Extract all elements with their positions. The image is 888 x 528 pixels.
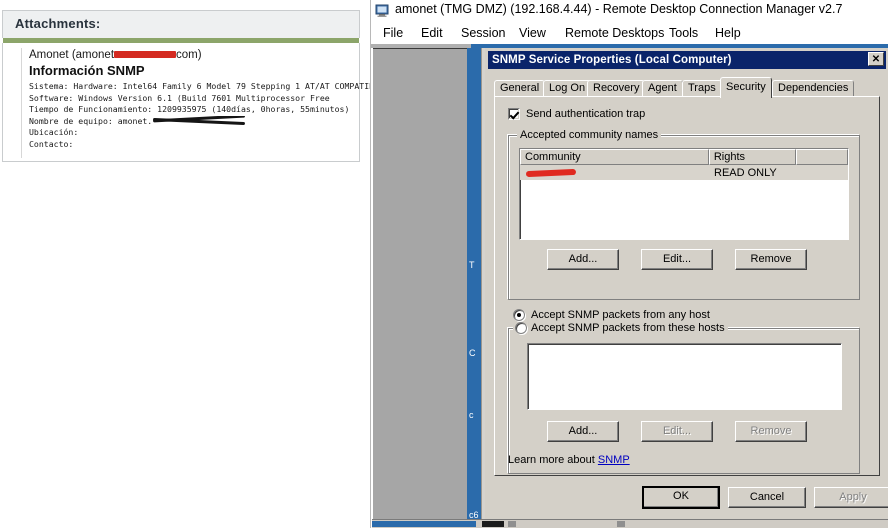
tab-recovery[interactable]: Recovery	[587, 80, 646, 97]
rdcman-title-text: amonet (TMG DMZ) (192.168.4.44) - Remote…	[395, 2, 843, 16]
taskbar-item-2[interactable]	[508, 521, 516, 527]
tab-agent[interactable]: Agent	[642, 80, 683, 97]
redaction-scribble-hostname	[153, 116, 245, 125]
sender-prefix: Amonet (amonet	[29, 49, 115, 61]
allowed-hosts-listbox[interactable]	[527, 343, 842, 410]
menu-file[interactable]: File	[379, 25, 407, 41]
cell-community	[520, 167, 710, 179]
snmp-line-sistema: Sistema: Hardware: Intel64 Family 6 Mode…	[29, 81, 394, 91]
rdcman-menubar: File Edit Session View Remote Desktops T…	[371, 22, 888, 44]
apply-button: Apply	[814, 487, 888, 508]
snmp-dialog-title: SNMP Service Properties (Local Computer)	[492, 54, 732, 66]
ok-button[interactable]: OK	[642, 486, 720, 509]
start-button[interactable]	[372, 521, 476, 527]
rdcman-window: amonet (TMG DMZ) (192.168.4.44) - Remote…	[370, 0, 888, 528]
hosts-add-button[interactable]: Add...	[547, 421, 619, 442]
column-header-rights[interactable]: Rights	[708, 149, 797, 165]
tab-dependencies[interactable]: Dependencies	[772, 80, 855, 97]
hostname-label: Nombre de equipo: amonet.	[29, 115, 153, 126]
menu-help[interactable]: Help	[711, 25, 745, 41]
community-edit-button[interactable]: Edit...	[641, 249, 713, 270]
rdcman-titlebar: amonet (TMG DMZ) (192.168.4.44) - Remote…	[371, 0, 888, 22]
menu-session[interactable]: Session	[457, 25, 509, 41]
community-listview[interactable]: Community Rights READ ONLY	[519, 148, 849, 240]
snmp-info-heading: Información SNMP	[29, 63, 145, 78]
menu-view[interactable]: View	[515, 25, 550, 41]
accept-any-host-row[interactable]: Accept SNMP packets from any host	[513, 309, 710, 321]
tab-general[interactable]: General	[494, 80, 546, 97]
accept-any-host-radio[interactable]	[513, 309, 525, 321]
tab-log-on[interactable]: Log On	[543, 80, 592, 97]
snmp-line-uptime: Tiempo de Funcionamiento: 1209935975 (14…	[29, 104, 350, 115]
menu-remote-desktops[interactable]: Remote Desktops	[561, 25, 668, 41]
snmp-service-properties-dialog: SNMP Service Properties (Local Computer)…	[485, 48, 888, 520]
snmp-security-tab-page: Send authentication trap Accepted commun…	[494, 96, 880, 476]
server-strip-label-2[interactable]: C	[469, 348, 476, 358]
menu-edit[interactable]: Edit	[417, 25, 447, 41]
accept-any-host-label: Accept SNMP packets from any host	[531, 309, 710, 321]
accepted-community-names-group: Accepted community names Community Right…	[508, 129, 860, 300]
attachment-body: Amonet (amonet com) Información SNMP Sist…	[2, 43, 394, 162]
table-row[interactable]: READ ONLY	[520, 165, 848, 180]
attachments-header: Attachments:	[2, 10, 360, 38]
snmp-tab-strip: General Log On Recovery Agent Traps Secu…	[494, 77, 880, 98]
rdcman-app-icon	[375, 4, 389, 17]
attachments-panel: Attachments: Amonet (amonet com) Informac…	[0, 0, 394, 528]
taskbar-item-1[interactable]	[482, 521, 504, 527]
tab-traps[interactable]: Traps	[682, 80, 722, 97]
send-authentication-trap-label: Send authentication trap	[526, 108, 646, 120]
snmp-report-text: Amonet (amonet com) Información SNMP Sist…	[21, 48, 394, 158]
learn-more-text: Learn more about	[508, 454, 598, 466]
snmp-help-link[interactable]: SNMP	[598, 454, 630, 466]
cancel-button[interactable]: Cancel	[728, 487, 806, 508]
snmp-line-contact: Contacto:	[29, 138, 74, 149]
hosts-edit-button: Edit...	[641, 421, 713, 442]
snmp-line-location: Ubicación:	[29, 127, 79, 138]
accept-these-hosts-label: Accept SNMP packets from these hosts	[513, 322, 728, 334]
accept-these-hosts-radio[interactable]	[515, 322, 527, 334]
tab-security[interactable]: Security	[720, 77, 772, 98]
accepted-community-names-label: Accepted community names	[517, 129, 662, 141]
redaction-bar-community	[525, 168, 577, 177]
taskbar-item-3[interactable]	[617, 521, 625, 527]
snmp-dialog-footer: OK Cancel Apply	[487, 476, 888, 518]
snmp-dialog-titlebar[interactable]: SNMP Service Properties (Local Computer)…	[488, 51, 886, 69]
hosts-remove-button: Remove	[735, 421, 807, 442]
community-remove-button[interactable]: Remove	[735, 249, 807, 270]
community-add-button[interactable]: Add...	[547, 249, 619, 270]
column-header-spacer[interactable]	[796, 149, 848, 165]
learn-more-row: Learn more about SNMP	[508, 454, 630, 466]
column-header-community[interactable]: Community	[520, 149, 709, 165]
redaction-bar-email	[114, 50, 177, 58]
server-strip-label-1[interactable]: T	[469, 260, 475, 270]
server-strip-label-3[interactable]: c	[469, 410, 474, 420]
snmp-line-software: Software: Windows Version 6.1 (Build 760…	[29, 92, 330, 103]
close-icon[interactable]: ✕	[868, 52, 884, 66]
send-authentication-trap-checkbox[interactable]	[508, 108, 520, 120]
remote-taskbar[interactable]	[372, 519, 888, 528]
attachments-title: Attachments:	[15, 16, 101, 31]
send-authentication-trap-row[interactable]: Send authentication trap	[508, 108, 645, 120]
sender-suffix: com)	[176, 49, 202, 61]
community-listview-header: Community Rights	[520, 149, 848, 165]
menu-tools[interactable]: Tools	[665, 25, 702, 41]
snmp-line-hostname: Nombre de equipo: amonet.	[29, 116, 351, 128]
accept-these-hosts-group: Accept SNMP packets from these hosts Add…	[508, 322, 860, 474]
cell-rights: READ ONLY	[714, 166, 777, 179]
sender-line: Amonet (amonet com)	[29, 48, 351, 62]
